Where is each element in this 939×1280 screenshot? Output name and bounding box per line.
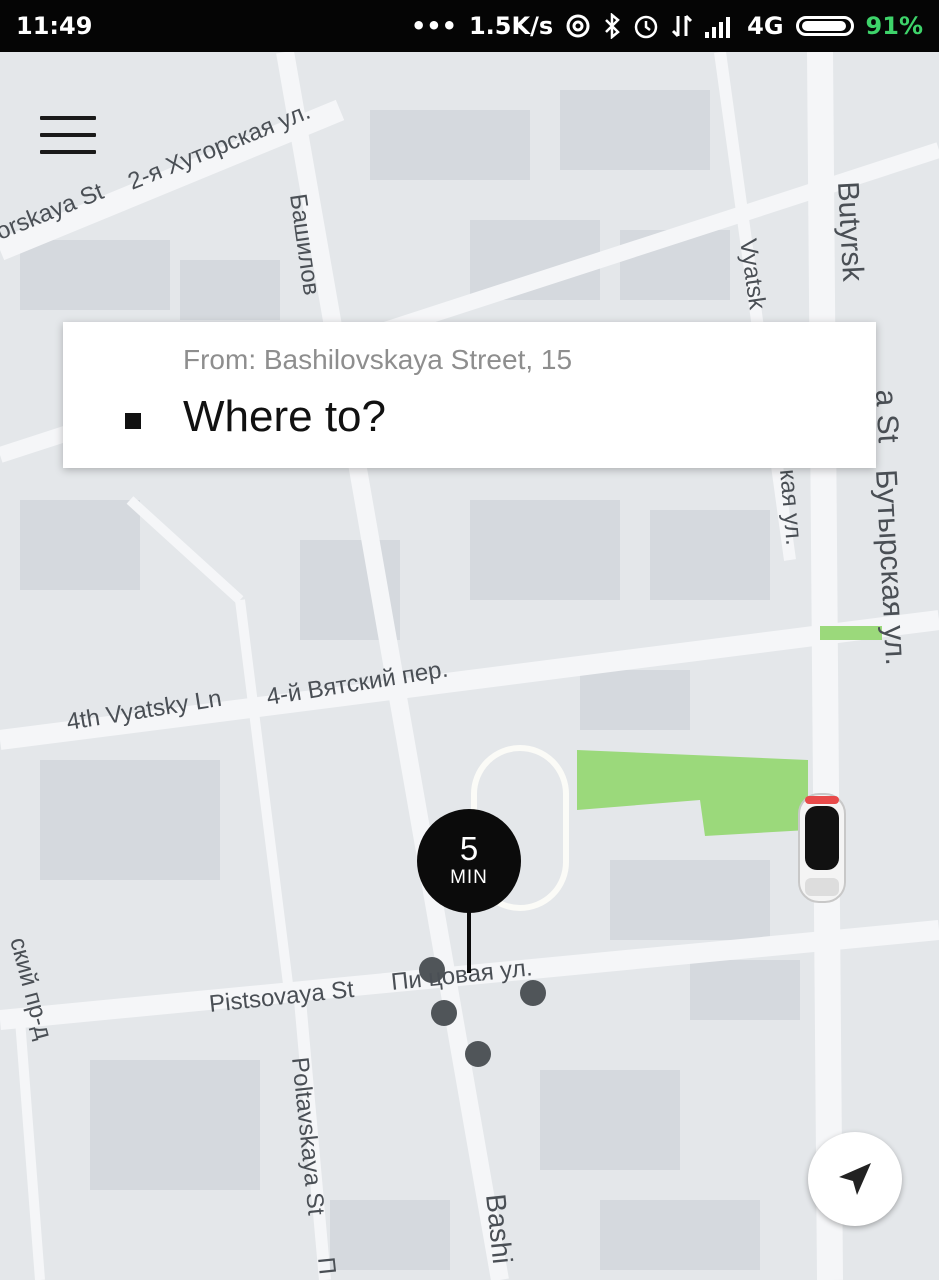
- square-bullet-icon: [125, 413, 141, 429]
- street-label: Butyrsk: [831, 181, 869, 284]
- battery-icon: [795, 16, 854, 36]
- network-type: 4G: [747, 12, 784, 40]
- menu-button[interactable]: [40, 116, 96, 156]
- map-view[interactable]: orskaya St 2-я Хуторская ул. Башилов Vya…: [0, 52, 939, 1280]
- hotspot-icon: [566, 14, 590, 38]
- battery-percent: 91%: [865, 12, 923, 40]
- eta-marker-stem: [467, 909, 471, 973]
- pickup-address[interactable]: From: Bashilovskaya Street, 15: [183, 344, 572, 376]
- status-bar: 11:49 ••• 1.5K/s 4G 91%: [0, 0, 939, 52]
- alarm-icon: [634, 15, 658, 39]
- overflow-dots: •••: [410, 12, 457, 40]
- car-icon[interactable]: [795, 792, 849, 904]
- where-to-input[interactable]: Where to?: [183, 392, 386, 442]
- signal-icon: [705, 17, 731, 38]
- status-time: 11:49: [16, 12, 93, 40]
- hamburger-menu-icon: [40, 116, 96, 120]
- data-arrows-icon: [672, 14, 693, 38]
- eta-value: 5: [459, 830, 479, 867]
- locate-me-button[interactable]: [808, 1132, 902, 1226]
- bluetooth-icon: [605, 13, 620, 39]
- destination-search-card[interactable]: From: Bashilovskaya Street, 15 Where to?: [63, 322, 876, 468]
- pickup-eta-marker[interactable]: 5 MIN: [417, 809, 521, 913]
- navigation-arrow-icon: [839, 1163, 871, 1195]
- eta-unit: MIN: [450, 867, 488, 888]
- network-speed: 1.5K/s: [468, 12, 554, 40]
- map-canvas[interactable]: orskaya St 2-я Хуторская ул. Башилов Vya…: [0, 52, 939, 1280]
- status-icons: ••• 1.5K/s 4G 91%: [411, 12, 923, 40]
- park-strip: [820, 626, 882, 640]
- street-label: П: [312, 1256, 341, 1276]
